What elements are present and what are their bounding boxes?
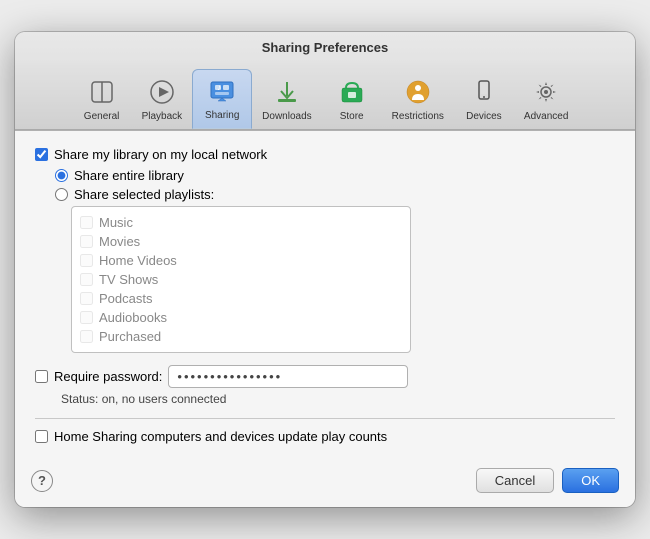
- downloads-icon: [271, 76, 303, 108]
- footer: ? Cancel OK: [15, 458, 635, 507]
- playlist-audiobooks-checkbox[interactable]: [80, 311, 93, 324]
- devices-icon: [468, 76, 500, 108]
- sharing-icon: ♪: [206, 75, 238, 107]
- home-sharing-row: Home Sharing computers and devices updat…: [35, 429, 615, 444]
- toolbar-item-advanced[interactable]: Advanced: [514, 71, 578, 129]
- share-library-label: Share my library on my local network: [54, 147, 267, 162]
- share-library-checkbox[interactable]: [35, 148, 48, 161]
- playlist-homevideos-checkbox[interactable]: [80, 254, 93, 267]
- toolbar-label-advanced: Advanced: [524, 111, 568, 122]
- playlist-purchased-label: Purchased: [99, 329, 161, 344]
- list-item: Purchased: [80, 327, 402, 346]
- help-button[interactable]: ?: [31, 470, 53, 492]
- toolbar-item-store[interactable]: Store: [322, 71, 382, 129]
- password-input[interactable]: [168, 365, 408, 388]
- playlist-tvshows-checkbox[interactable]: [80, 273, 93, 286]
- status-text: Status: on, no users connected: [61, 392, 615, 406]
- window-title: Sharing Preferences: [15, 40, 635, 63]
- general-icon: [86, 76, 118, 108]
- toolbar-label-playback: Playback: [142, 111, 183, 122]
- playback-icon: [146, 76, 178, 108]
- toolbar: General Playback: [15, 63, 635, 130]
- share-selected-row: Share selected playlists:: [55, 187, 615, 202]
- playlist-movies-label: Movies: [99, 234, 140, 249]
- toolbar-label-store: Store: [340, 111, 364, 122]
- playlist-music-label: Music: [99, 215, 133, 230]
- store-icon: [336, 76, 368, 108]
- toolbar-item-restrictions[interactable]: Restrictions: [382, 71, 454, 129]
- password-row: Require password:: [35, 365, 615, 388]
- divider: [35, 418, 615, 419]
- toolbar-item-general[interactable]: General: [72, 71, 132, 129]
- playlist-music-checkbox[interactable]: [80, 216, 93, 229]
- share-selected-radio[interactable]: [55, 188, 68, 201]
- playlist-box: Music Movies Home Videos TV Shows Podcas…: [71, 206, 411, 353]
- advanced-icon: [530, 76, 562, 108]
- toolbar-label-devices: Devices: [466, 111, 502, 122]
- list-item: TV Shows: [80, 270, 402, 289]
- playlist-audiobooks-label: Audiobooks: [99, 310, 167, 325]
- share-entire-label: Share entire library: [74, 168, 184, 183]
- svg-text:♪: ♪: [217, 83, 221, 92]
- list-item: Audiobooks: [80, 308, 402, 327]
- list-item: Music: [80, 213, 402, 232]
- playlist-tvshows-label: TV Shows: [99, 272, 158, 287]
- list-item: Home Videos: [80, 251, 402, 270]
- list-item: Movies: [80, 232, 402, 251]
- toolbar-item-devices[interactable]: Devices: [454, 71, 514, 129]
- list-item: Podcasts: [80, 289, 402, 308]
- ok-button[interactable]: OK: [562, 468, 619, 493]
- playlist-podcasts-checkbox[interactable]: [80, 292, 93, 305]
- button-group: Cancel OK: [476, 468, 619, 493]
- titlebar: Sharing Preferences General: [15, 32, 635, 131]
- playlist-movies-checkbox[interactable]: [80, 235, 93, 248]
- playlist-podcasts-label: Podcasts: [99, 291, 152, 306]
- toolbar-item-playback[interactable]: Playback: [132, 71, 193, 129]
- main-content: Share my library on my local network Sha…: [15, 131, 635, 458]
- toolbar-label-general: General: [84, 111, 120, 122]
- share-library-section: Share my library on my local network Sha…: [35, 147, 615, 406]
- playlist-purchased-checkbox[interactable]: [80, 330, 93, 343]
- home-sharing-checkbox[interactable]: [35, 430, 48, 443]
- share-entire-row: Share entire library: [55, 168, 615, 183]
- cancel-button[interactable]: Cancel: [476, 468, 554, 493]
- require-password-label: Require password:: [54, 369, 162, 384]
- toolbar-label-restrictions: Restrictions: [392, 111, 444, 122]
- window: Sharing Preferences General: [15, 32, 635, 507]
- share-selected-label: Share selected playlists:: [74, 187, 214, 202]
- restrictions-icon: [402, 76, 434, 108]
- home-sharing-label: Home Sharing computers and devices updat…: [54, 429, 387, 444]
- toolbar-label-sharing: Sharing: [205, 110, 239, 121]
- share-entire-radio[interactable]: [55, 169, 68, 182]
- share-library-row: Share my library on my local network: [35, 147, 615, 162]
- playlist-homevideos-label: Home Videos: [99, 253, 177, 268]
- toolbar-item-downloads[interactable]: Downloads: [252, 71, 321, 129]
- toolbar-item-sharing[interactable]: ♪ Sharing: [192, 69, 252, 129]
- toolbar-label-downloads: Downloads: [262, 111, 311, 122]
- require-password-checkbox[interactable]: [35, 370, 48, 383]
